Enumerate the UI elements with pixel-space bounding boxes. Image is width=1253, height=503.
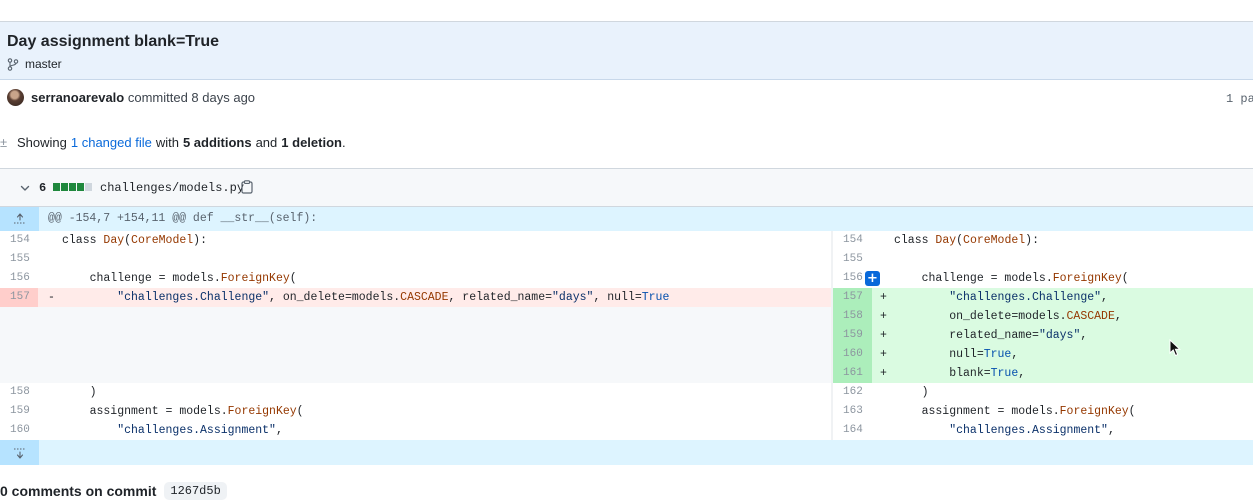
diff-icon: ± — [0, 134, 8, 150]
file-diff: 6 challenges/models.py @@ -154,7 +154,11… — [0, 168, 1253, 465]
file-path[interactable]: challenges/models.py — [100, 181, 244, 195]
code-line: class Day(CoreModel): — [62, 234, 207, 247]
line-number[interactable]: 157 — [10, 288, 30, 307]
line-number[interactable]: 156 — [10, 269, 30, 288]
hunk-header: @@ -154,7 +154,11 @@ def __str__(self): — [0, 207, 1253, 231]
empty-placeholder — [0, 307, 831, 383]
code-line: related_name="days", — [894, 329, 1088, 342]
line-number[interactable]: 157 — [843, 288, 863, 307]
avatar[interactable] — [7, 89, 24, 106]
code-line: challenge = models.ForeignKey( — [894, 272, 1129, 285]
code-line: assignment = models.ForeignKey( — [62, 405, 304, 418]
file-header: 6 challenges/models.py — [0, 169, 1253, 207]
diff-marker: + — [880, 310, 887, 323]
split-divider — [831, 231, 833, 440]
line-number[interactable]: 154 — [843, 231, 863, 250]
diffstat-block — [53, 183, 60, 191]
diffstat-block — [69, 183, 76, 191]
author-info: serranoarevalo committed 8 days ago — [31, 90, 255, 105]
parent-count: 1 pa — [1226, 92, 1253, 106]
diffstat-block — [85, 183, 92, 191]
summary-suffix: . — [341, 134, 346, 150]
line-number[interactable]: 158 — [843, 307, 863, 326]
mouse-cursor-icon — [1169, 339, 1181, 357]
diff-marker: + — [880, 291, 887, 304]
branch-name: master — [25, 57, 62, 71]
line-number[interactable]: 155 — [10, 250, 30, 269]
diffstat-block — [77, 183, 84, 191]
commit-time: committed 8 days ago — [127, 90, 256, 105]
line-number[interactable]: 161 — [843, 364, 863, 383]
diffstat — [53, 183, 92, 191]
line-number[interactable]: 156 — [843, 269, 863, 288]
line-number[interactable]: 159 — [843, 326, 863, 345]
code-line: ) — [894, 386, 929, 399]
fold-up-icon[interactable] — [0, 207, 39, 231]
add-comment-button[interactable]: + — [865, 271, 880, 286]
git-branch-icon — [7, 57, 19, 71]
diff-marker: + — [880, 348, 887, 361]
line-number[interactable]: 158 — [10, 383, 30, 402]
code-line: "challenges.Assignment", — [949, 424, 1115, 437]
line-number[interactable]: 163 — [843, 402, 863, 421]
code-line: "challenges.Challenge", on_delete=models… — [117, 291, 670, 304]
diff-marker: + — [880, 367, 887, 380]
line-number[interactable]: 159 — [10, 402, 30, 421]
line-number[interactable]: 160 — [10, 421, 30, 440]
code-line: assignment = models.ForeignKey( — [894, 405, 1136, 418]
comments-count: 0 comments on commit — [0, 483, 157, 499]
author-link[interactable]: serranoarevalo — [31, 90, 124, 105]
summary-with: with — [155, 134, 179, 150]
copy-icon[interactable] — [241, 180, 253, 194]
hunk-header-text: @@ -154,7 +154,11 @@ def __str__(self): — [48, 212, 318, 225]
additions-count: 5 additions — [182, 134, 252, 150]
file-change-count: 6 — [39, 181, 47, 195]
commit-comments-heading: 0 comments on commit 1267d5b — [0, 480, 227, 502]
line-number[interactable]: 162 — [843, 383, 863, 402]
commit-header: Day assignment blank=True master serrano… — [0, 21, 1253, 117]
diffstat-block — [61, 183, 68, 191]
summary-and: and — [255, 134, 278, 150]
diff-marker: - — [48, 291, 55, 304]
code-line: "challenges.Assignment", — [117, 424, 283, 437]
code-line: on_delete=models.CASCADE, — [894, 310, 1122, 323]
commit-sha[interactable]: 1267d5b — [164, 482, 227, 500]
diff-marker: + — [880, 329, 887, 342]
changed-files-link[interactable]: 1 changed file — [71, 135, 152, 150]
commit-title: Day assignment blank=True — [7, 33, 220, 50]
line-number[interactable]: 160 — [843, 345, 863, 364]
commit-title-area: Day assignment blank=True master — [0, 22, 1253, 80]
author-row: serranoarevalo committed 8 days ago 1 pa — [0, 80, 1253, 117]
code-line: ) — [62, 386, 97, 399]
deletions-count: 1 deletion — [281, 134, 342, 150]
chevron-down-icon[interactable] — [19, 181, 31, 193]
summary-prefix: Showing — [17, 134, 67, 150]
code-line: null=True, — [894, 348, 1019, 361]
code-line: challenge = models.ForeignKey( — [62, 272, 297, 285]
code-line: class Day(CoreModel): — [894, 234, 1039, 247]
fold-down-icon[interactable] — [0, 440, 39, 465]
line-number[interactable]: 154 — [10, 231, 30, 250]
expand-row — [0, 440, 1253, 465]
diff-summary: ± Showing 1 changed file with 5 addition… — [0, 133, 346, 151]
code-line: "challenges.Challenge", — [949, 291, 1108, 304]
line-number[interactable]: 164 — [843, 421, 863, 440]
code-line: blank=True, — [894, 367, 1026, 380]
branch-label[interactable]: master — [7, 56, 62, 72]
line-number[interactable]: 155 — [843, 250, 863, 269]
